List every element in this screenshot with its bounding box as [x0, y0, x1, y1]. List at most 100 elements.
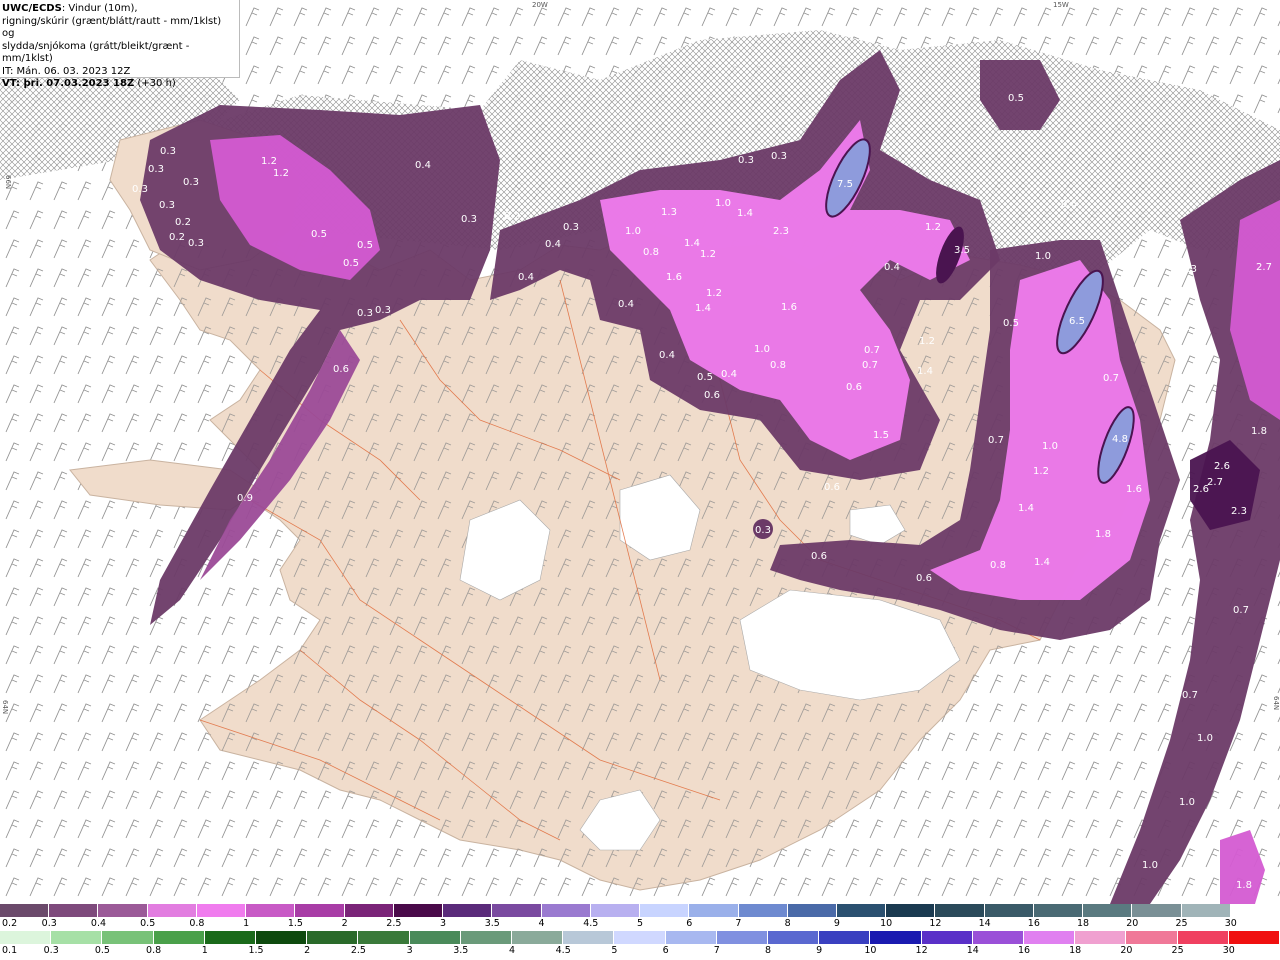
precip-value-label: 2.3	[773, 226, 789, 237]
grid-label-right-64n: 64N	[1272, 696, 1280, 710]
rain-legend-label: 1.5	[248, 945, 264, 956]
rain-legend-label: 16	[1017, 945, 1031, 956]
precip-value-label: 0.3	[1181, 322, 1197, 333]
precip-value-label: 7.5	[837, 179, 853, 190]
precip-value-label: 1.0	[1179, 797, 1195, 808]
precip-value-label: 1.2	[919, 336, 935, 347]
precip-value-label: 1.3	[661, 207, 677, 218]
rain-legend-swatch	[870, 931, 922, 944]
rain-legend-swatch	[153, 931, 205, 944]
map-info-box: UWC/ECDS: Vindur (10m), rigning/skúrir (…	[0, 0, 240, 89]
precip-value-label: 0.3	[738, 155, 754, 166]
info-issue-time: IT: Mán. 06. 03. 2023 12Z	[2, 65, 131, 77]
rain-legend-swatch	[563, 931, 615, 944]
rain-legend-swatch	[307, 931, 359, 944]
rain-legend-swatch	[819, 931, 871, 944]
precip-value-label: 0.2	[504, 211, 520, 222]
precip-value-label: 0.4	[659, 350, 675, 361]
snow-legend-swatch	[787, 904, 837, 917]
snow-legend-swatch	[492, 904, 542, 917]
rain-legend-swatch	[972, 931, 1025, 944]
rain-legend-swatch	[409, 931, 461, 944]
rain-legend-label: 18	[1069, 945, 1082, 956]
snow-legend-label: 4	[538, 918, 545, 929]
precip-value-label: 1.4	[917, 366, 933, 377]
precip-value-label: 0.3	[375, 305, 391, 316]
snow-legend-label: 10	[880, 918, 893, 929]
precip-value-label: 0.6	[846, 382, 862, 393]
precip-value-label: 1.6	[781, 302, 797, 313]
precip-value-label: 0.4	[545, 239, 561, 250]
grid-label-top-20w: 20W	[532, 1, 548, 9]
precip-value-label: 2.3	[1231, 506, 1247, 517]
snow-legend-swatch	[1181, 904, 1231, 917]
rain-legend-swatch	[921, 931, 973, 944]
precip-value-label: 0.4	[415, 160, 431, 171]
precip-value-label: 0.7	[1103, 373, 1119, 384]
precip-value-label: 0.4	[884, 262, 900, 273]
snow-legend-label: 9	[833, 918, 840, 929]
precip-value-label: 0.3	[148, 164, 164, 175]
rain-legend-labels: 0.1 0.3 0.5 0.8 1 1.5 2 2.5 3 3.5 4 4.5 5 6 7 8 9 10 12 14 1…	[0, 945, 1280, 957]
precip-value-label: 0.7	[1182, 690, 1198, 701]
rain-legend-swatch	[460, 931, 513, 944]
precip-value-label: 0.3	[357, 308, 373, 319]
precip-value-label: 0.3	[563, 222, 579, 233]
rain-legend-swatch	[716, 931, 769, 944]
precip-value-label: 1.4	[684, 238, 700, 249]
precip-value-label: 1.0	[1042, 441, 1058, 452]
snow-legend-swatch	[1230, 904, 1280, 917]
snow-legend-swatch	[836, 904, 887, 917]
snow-legend-swatch	[147, 904, 197, 917]
info-title: UWC/ECDS: Vindur (10m),	[2, 3, 138, 14]
precip-value-label: 2.6	[1214, 461, 1230, 472]
rain-legend-label: 2	[304, 945, 311, 956]
precip-value-label: 0.9	[237, 493, 253, 504]
precip-value-label: 2.7	[1207, 477, 1223, 488]
rain-legend-swatch	[1228, 931, 1280, 944]
snow-legend-swatch	[640, 904, 690, 917]
precip-value-label: 0.6	[811, 551, 827, 562]
rain-legend-label: 14	[966, 945, 979, 956]
rain-legend-swatch	[0, 931, 52, 944]
precip-value-label: 1.0	[1142, 860, 1158, 871]
rain-legend-swatch	[1177, 931, 1229, 944]
rain-legend-label: 8	[764, 945, 772, 956]
precip-value-label: 0.2	[175, 217, 191, 228]
snow-legend-swatch	[689, 904, 739, 917]
snow-legend-label: 12	[929, 918, 942, 929]
precip-value-label: 1.0	[625, 226, 641, 237]
snow-legend-label: 16	[1027, 918, 1040, 929]
precip-value-label: 1.2	[261, 156, 277, 167]
rain-legend-label: 5	[611, 945, 618, 956]
rain-legend-label: 0.3	[43, 945, 59, 956]
rain-legend-swatch	[256, 931, 308, 944]
snow-legend-swatch	[1083, 904, 1133, 917]
snow-legend-label: 5	[636, 918, 644, 929]
snow-legend-label: 1	[243, 918, 250, 929]
precip-value-label: 1.8	[1095, 529, 1111, 540]
precip-value-label: 1.2	[706, 288, 722, 299]
precip-value-label: 1.2	[1033, 466, 1049, 477]
precip-value-label: 1.2	[273, 168, 289, 179]
info-line-rain: rigning/skúrir (grænt/blátt/rautt - mm/1…	[2, 15, 222, 40]
precip-value-label: 2.7	[1256, 262, 1272, 273]
snow-legend-swatch	[541, 904, 591, 917]
rain-legend-swatch	[614, 931, 666, 944]
snow-legend-label: 2	[341, 918, 348, 929]
grid-label-left-66n: 66N	[4, 175, 12, 189]
rain-legend-swatch	[512, 931, 564, 944]
snow-legend-swatch	[1033, 904, 1084, 917]
rain-legend-label: 0.5	[94, 945, 110, 956]
rain-legend-label: 30	[1222, 945, 1235, 956]
precip-value-label: 1.4	[695, 303, 711, 314]
rain-legend-swatch	[768, 931, 820, 944]
precip-value-label: 1.4	[1018, 503, 1034, 514]
rain-legend-label: 10	[864, 945, 877, 956]
precip-value-label: 4.8	[1112, 434, 1128, 445]
precip-value-label: 0.6	[333, 364, 349, 375]
rain-legend-label: 20	[1120, 945, 1133, 956]
snow-legend-swatch	[1132, 904, 1182, 917]
precip-value-label: 3.5	[954, 245, 970, 256]
rain-legend-label: 3.5	[453, 945, 469, 956]
